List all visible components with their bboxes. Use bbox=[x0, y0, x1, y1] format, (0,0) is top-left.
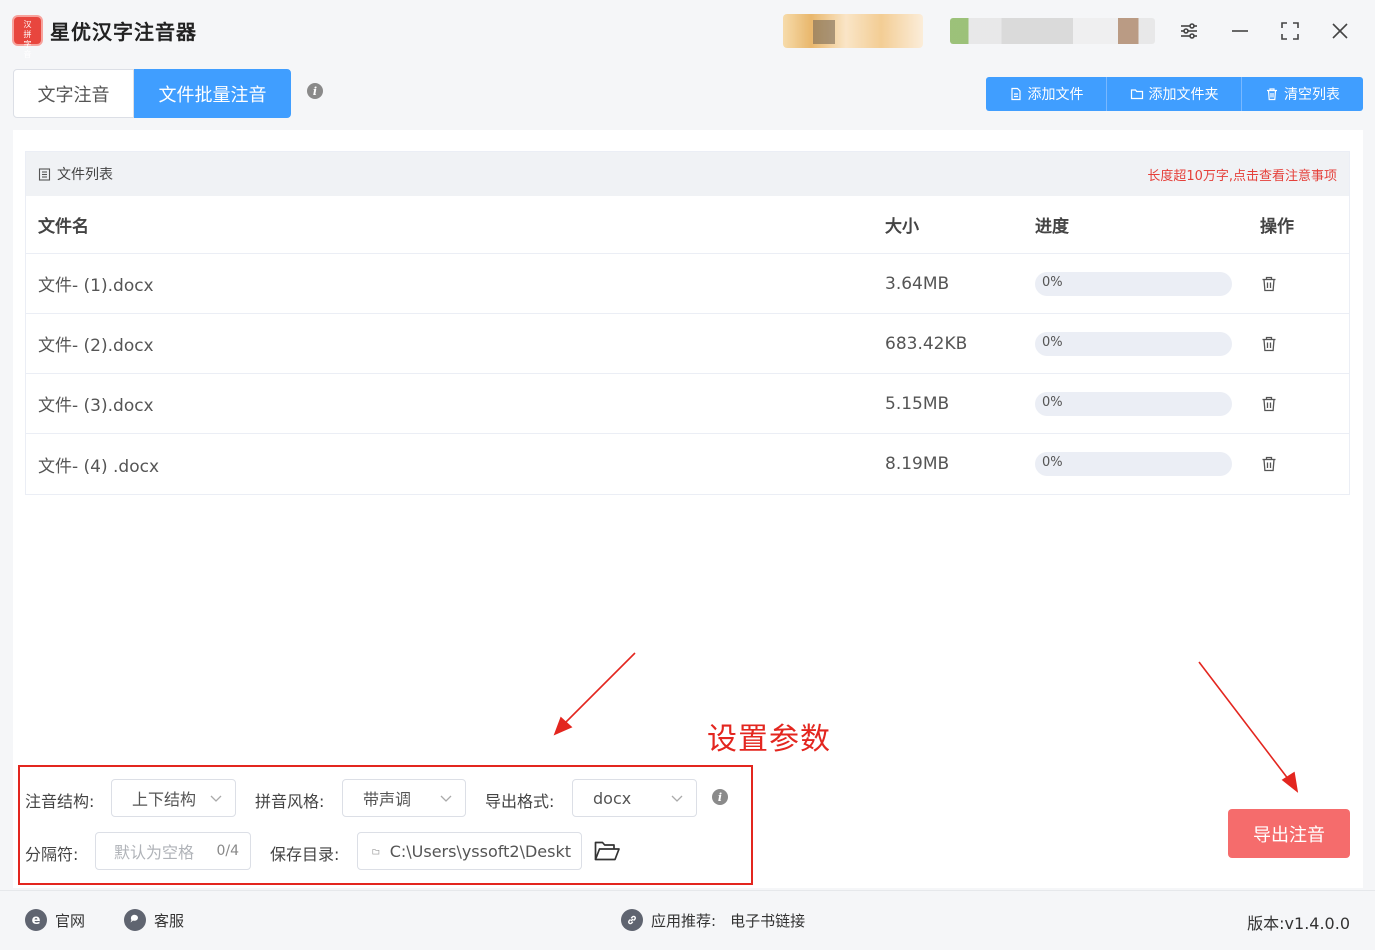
column-header-name: 文件名 bbox=[38, 217, 89, 237]
trash-icon bbox=[1267, 88, 1277, 101]
delete-row-button[interactable] bbox=[1260, 455, 1348, 473]
support-link[interactable]: 客服 bbox=[124, 909, 184, 931]
file-list-card: 文件列表 长度超10万字,点击查看注意事项 文件名 大小 进度 操作 文件- (… bbox=[25, 151, 1350, 495]
progress-bar: 0% bbox=[1035, 331, 1232, 356]
progress-text: 0% bbox=[1042, 455, 1063, 470]
folder-icon bbox=[1130, 89, 1143, 100]
chat-icon bbox=[124, 909, 146, 931]
trash-icon bbox=[1262, 336, 1276, 351]
website-link[interactable]: e 官网 bbox=[25, 909, 85, 931]
progress-bar: 0% bbox=[1035, 271, 1232, 296]
link-icon bbox=[621, 909, 643, 931]
info-icon[interactable]: i bbox=[307, 83, 323, 99]
sliders-icon bbox=[1181, 23, 1197, 39]
delete-row-button[interactable] bbox=[1260, 335, 1348, 353]
progress-text: 0% bbox=[1042, 394, 1063, 410]
tab-text-annotation[interactable]: 文字注音 bbox=[13, 69, 134, 118]
table-row: 文件- (1).docx 3.64MB 0% bbox=[26, 254, 1349, 314]
add-folder-button[interactable]: 添加文件夹 bbox=[1107, 77, 1242, 111]
progress-text: 0% bbox=[1042, 334, 1063, 350]
maximize-icon bbox=[1281, 22, 1299, 40]
minimize-icon bbox=[1232, 30, 1248, 32]
recommend-link-text[interactable]: 电子书链接 bbox=[730, 910, 805, 931]
file-name: 文件- (4) .docx bbox=[38, 456, 160, 477]
file-name: 文件- (3).docx bbox=[38, 396, 154, 416]
maximize-button[interactable] bbox=[1273, 14, 1307, 48]
file-name: 文件- (1).docx bbox=[38, 276, 154, 296]
delete-row-button[interactable] bbox=[1260, 275, 1348, 293]
file-name: 文件- (2).docx bbox=[38, 336, 154, 356]
progress-bar: 0% bbox=[1035, 452, 1232, 476]
table-row: 文件- (3).docx 5.15MB 0% bbox=[26, 374, 1349, 434]
trash-icon bbox=[1262, 456, 1276, 472]
ie-icon: e bbox=[25, 909, 47, 931]
recommend-link[interactable]: 应用推荐: 电子书链接 bbox=[621, 909, 805, 931]
app-title: 星优汉字注音器 bbox=[50, 20, 197, 44]
file-size: 8.19MB bbox=[885, 454, 950, 474]
clear-list-button[interactable]: 清空列表 bbox=[1242, 77, 1363, 111]
app-logo: 汉 拼 字 音 bbox=[12, 15, 43, 59]
table-row: 文件- (2).docx 683.42KB 0% bbox=[26, 314, 1349, 374]
recommend-label: 应用推荐: bbox=[651, 911, 717, 930]
trash-icon bbox=[1262, 396, 1276, 411]
file-size: 5.15MB bbox=[885, 393, 950, 414]
title-bar: 汉 拼 字 音 星优汉字注音器 bbox=[0, 0, 1375, 60]
table-header: 文件名 大小 进度 操作 bbox=[26, 196, 1349, 254]
list-icon bbox=[38, 167, 51, 181]
trash-icon bbox=[1262, 276, 1276, 291]
file-toolbar: 添加文件 添加文件夹 清空列表 bbox=[986, 77, 1363, 111]
close-icon bbox=[1332, 23, 1348, 39]
blurred-account-info bbox=[950, 18, 1155, 44]
tab-batch-file-annotation[interactable]: 文件批量注音 bbox=[134, 69, 291, 118]
length-tip-link[interactable]: 长度超10万字,点击查看注意事项 bbox=[1147, 165, 1337, 184]
mode-tabs: 文字注音 文件批量注音 bbox=[13, 69, 291, 118]
column-header-progress: 进度 bbox=[1035, 217, 1069, 237]
footer-bar: e 官网 客服 应用推荐: 电子书链接 版本:v1.4.0.0 bbox=[0, 890, 1375, 950]
table-row: 文件- (4) .docx 8.19MB 0% bbox=[26, 434, 1349, 494]
minimize-button[interactable] bbox=[1223, 14, 1257, 48]
delete-row-button[interactable] bbox=[1260, 395, 1348, 413]
blurred-user-info bbox=[783, 14, 923, 48]
settings-sliders-button[interactable] bbox=[1172, 14, 1206, 48]
add-file-button[interactable]: 添加文件 bbox=[986, 77, 1107, 111]
export-annotation-button[interactable]: 导出注音 bbox=[1228, 809, 1350, 858]
progress-text: 0% bbox=[1042, 274, 1063, 290]
annotation-label: 设置参数 bbox=[707, 722, 831, 757]
close-button[interactable] bbox=[1323, 14, 1357, 48]
file-list-header: 文件列表 长度超10万字,点击查看注意事项 bbox=[26, 152, 1349, 196]
file-size: 683.42KB bbox=[885, 333, 968, 354]
settings-highlight-box bbox=[18, 765, 753, 885]
file-size: 3.64MB bbox=[885, 273, 950, 294]
column-header-size: 大小 bbox=[885, 217, 919, 237]
file-icon bbox=[1010, 87, 1021, 101]
progress-bar: 0% bbox=[1035, 391, 1232, 416]
version-text: 版本:v1.4.0.0 bbox=[1247, 914, 1350, 933]
file-list-title: 文件列表 bbox=[57, 167, 113, 183]
column-header-action: 操作 bbox=[1260, 217, 1294, 237]
